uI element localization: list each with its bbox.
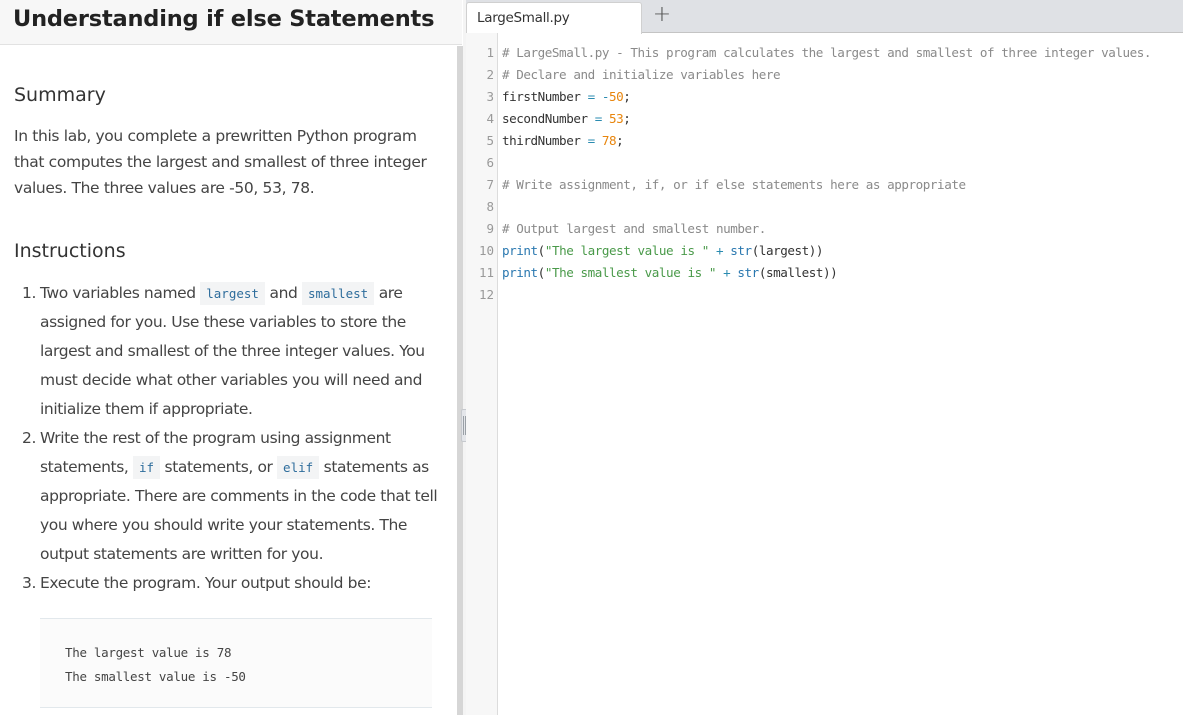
code-token-var: thirdNumber xyxy=(502,133,588,148)
code-line[interactable]: 11 print("The smallest value is " + str(s… xyxy=(466,262,1183,284)
instructions-scroll-area[interactable]: Summary In this lab, you complete a prew… xyxy=(0,46,459,715)
line-number: 10 xyxy=(478,243,494,258)
code-token-comment: # Write assignment, if, or if else state… xyxy=(502,177,966,192)
code-token-builtin: print xyxy=(502,265,538,280)
inline-code-elif: elif xyxy=(277,456,320,479)
tab-label: LargeSmall.py xyxy=(477,10,570,26)
code-line[interactable]: 8 xyxy=(466,196,1183,218)
code-token-comment: # LargeSmall.py - This program calculate… xyxy=(502,45,1152,60)
code-token-str: "The smallest value is " xyxy=(544,265,717,280)
line-number: 4 xyxy=(486,111,494,126)
code-content: print("The smallest value is " + str(sma… xyxy=(502,262,1177,284)
code-token-builtin: str xyxy=(737,265,759,280)
code-line[interactable]: 7 # Write assignment, if, or if else stat… xyxy=(466,174,1183,196)
code-token-var: (largest)) xyxy=(751,243,824,258)
code-token-num: 78 xyxy=(601,133,617,148)
code-line[interactable]: 5 thirdNumber = 78; xyxy=(466,130,1183,152)
code-token-builtin: str xyxy=(730,243,752,258)
code-content xyxy=(502,284,1177,306)
line-number: 2 xyxy=(486,67,494,82)
line-number: 9 xyxy=(486,221,494,236)
line-number: 7 xyxy=(486,177,494,192)
code-token-num: 53 xyxy=(609,111,624,126)
step-text: Execute the program. Your output should … xyxy=(40,574,372,592)
code-line[interactable]: 12 xyxy=(466,284,1183,306)
step-text: and xyxy=(264,284,302,302)
step-text: statements, or xyxy=(160,458,278,476)
code-content: # Write assignment, if, or if else state… xyxy=(502,174,1177,196)
code-token-op: = xyxy=(587,133,596,148)
inline-code-largest: largest xyxy=(200,282,265,305)
panel-header: Understanding if else Statements xyxy=(0,0,462,45)
inline-code-if: if xyxy=(132,456,160,479)
line-number: 3 xyxy=(486,89,494,104)
line-number: 8 xyxy=(486,199,494,214)
instruction-step: 3. Execute the program. Your output shoul… xyxy=(14,569,439,598)
tab-largesmall-py[interactable]: LargeSmall.py xyxy=(466,2,642,34)
instructions-heading: Instructions xyxy=(14,240,126,262)
code-token-var: firstNumber xyxy=(502,89,588,104)
code-token-comment: # Declare and initialize variables here xyxy=(502,67,781,82)
code-token-op: = xyxy=(594,111,603,126)
instruction-steps: 1. Two variables named largest and smalle… xyxy=(14,279,439,598)
inline-code-smallest: smallest xyxy=(301,282,375,305)
code-token-var: ; xyxy=(616,133,624,148)
code-line[interactable]: 10 print("The largest value is " + str(la… xyxy=(466,240,1183,262)
summary-text: In this lab, you complete a prewritten P… xyxy=(14,127,427,197)
code-line[interactable]: 4 secondNumber = 53; xyxy=(466,108,1183,130)
line-number: 6 xyxy=(486,155,494,170)
code-token-var: ; xyxy=(623,89,631,104)
code-content: thirdNumber = 78; xyxy=(502,130,1177,152)
code-token-num: 50 xyxy=(609,89,624,104)
code-token-var: secondNumber xyxy=(502,111,595,126)
code-token-var xyxy=(595,89,602,104)
expected-output-text: The largest value is 78 The smallest val… xyxy=(65,645,246,684)
line-number: 5 xyxy=(486,133,494,148)
expected-output-block: The largest value is 78 The smallest val… xyxy=(40,618,432,708)
code-token-var xyxy=(602,111,609,126)
code-token-comment: # Output largest and smallest number. xyxy=(502,221,766,236)
code-content xyxy=(502,152,1177,174)
code-editor: LargeSmall.py + 1 # LargeSmall.py - This … xyxy=(466,0,1183,715)
plus-icon: + xyxy=(652,2,672,27)
instructions-panel: Understanding if else Statements Summary… xyxy=(0,0,463,715)
step-text: Two variables named xyxy=(40,284,201,302)
code-line[interactable]: 6 xyxy=(466,152,1183,174)
code-token-var: ( xyxy=(537,265,546,280)
code-token-var: ; xyxy=(623,111,631,126)
editor-tab-bar: LargeSmall.py + xyxy=(466,0,1183,34)
code-token-var xyxy=(595,133,602,148)
code-token-var: (smallest)) xyxy=(758,265,838,280)
code-token-var xyxy=(709,243,716,258)
code-line[interactable]: 9 # Output largest and smallest number. xyxy=(466,218,1183,240)
code-content xyxy=(502,196,1177,218)
code-content: secondNumber = 53; xyxy=(502,108,1177,130)
step-number: 1. xyxy=(22,284,36,302)
code-line[interactable]: 2 # Declare and initialize variables here xyxy=(466,64,1183,86)
code-token-op: - xyxy=(601,89,610,104)
code-content: print("The largest value is " + str(larg… xyxy=(502,240,1177,262)
code-token-builtin: print xyxy=(502,243,538,258)
code-token-str: "The largest value is " xyxy=(544,243,709,258)
line-number: 11 xyxy=(478,265,494,280)
line-number: 12 xyxy=(478,287,494,302)
code-content: # Declare and initialize variables here xyxy=(502,64,1177,86)
instruction-step: 2. Write the rest of the program using as… xyxy=(14,424,439,569)
code-content: # Output largest and smallest number. xyxy=(502,218,1177,240)
add-tab-button[interactable]: + xyxy=(650,3,674,29)
step-number: 3. xyxy=(22,574,36,592)
code-content: # LargeSmall.py - This program calculate… xyxy=(502,42,1177,64)
summary-heading: Summary xyxy=(14,84,106,106)
instruction-step: 1. Two variables named largest and smalle… xyxy=(14,279,439,424)
step-number: 2. xyxy=(22,429,36,447)
code-content: firstNumber = -50; xyxy=(502,86,1177,108)
code-line[interactable]: 1 # LargeSmall.py - This program calculat… xyxy=(466,42,1183,64)
code-token-op: = xyxy=(587,89,596,104)
code-token-var: ( xyxy=(537,243,546,258)
code-line[interactable]: 3 firstNumber = -50; xyxy=(466,86,1183,108)
code-text-area[interactable]: 1 # LargeSmall.py - This program calculat… xyxy=(466,42,1183,306)
page-title: Understanding if else Statements xyxy=(13,6,435,32)
line-number: 1 xyxy=(486,45,494,60)
